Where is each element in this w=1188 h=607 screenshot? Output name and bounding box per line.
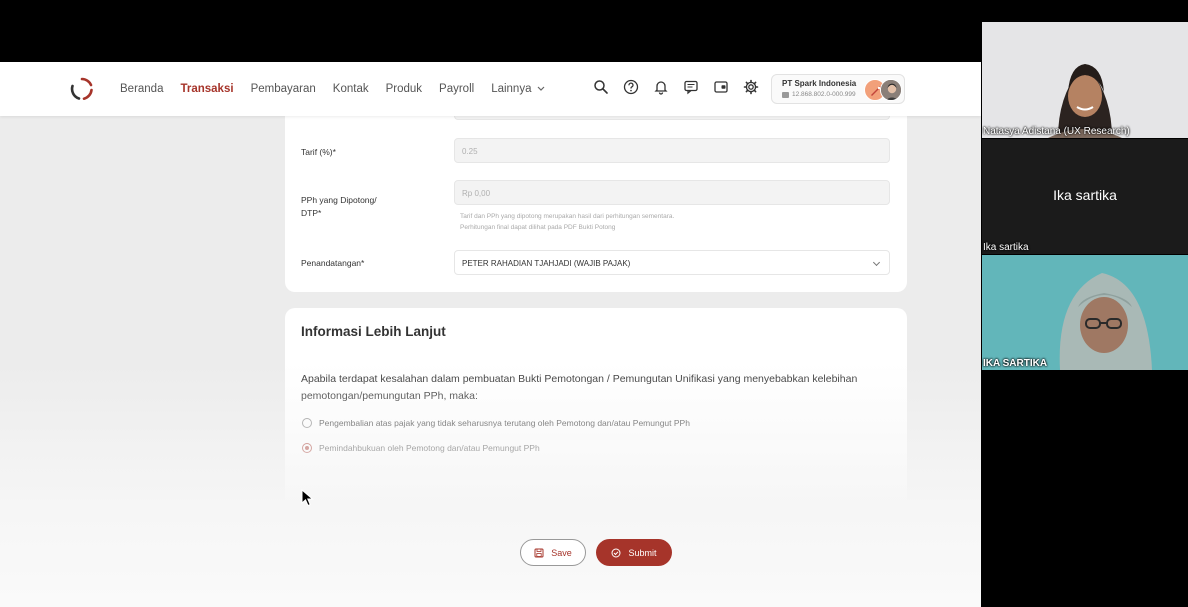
pph-field[interactable]: Rp 0,00 — [454, 180, 890, 205]
participant-video-icon — [1059, 273, 1152, 370]
pph-hint-line1: Tarif dan PPh yang dipotong merupakan ha… — [460, 213, 675, 220]
mouse-cursor-icon — [301, 489, 314, 507]
wallet-icon[interactable] — [713, 79, 729, 95]
info-card: Informasi Lebih Lanjut Apabila terdapat … — [285, 308, 907, 573]
option-pemindahbukuan-label: Pemindahbukuan oleh Pemotong dan/atau Pe… — [319, 443, 540, 453]
chevron-down-icon — [872, 258, 881, 267]
participant-name: Natasya Adistana (UX Research) — [983, 126, 1130, 137]
company-name: PT Spark Indonesia — [782, 79, 857, 88]
participant-name: IKA SARTIKA — [983, 358, 1048, 369]
nav-item-payroll[interactable]: Payroll — [439, 83, 474, 95]
radio-pengembalian[interactable] — [302, 418, 312, 428]
pph-label: PPh yang Dipotong/ DTP* — [301, 194, 377, 220]
option-pengembalian[interactable]: Pengembalian atas pajak yang tidak sehar… — [302, 418, 690, 428]
screen: Beranda Transaksi Pembayaran Kontak Prod… — [0, 0, 1188, 607]
chat-icon[interactable] — [683, 79, 699, 95]
option-pemindahbukuan[interactable]: Pemindahbukuan oleh Pemotong dan/atau Pe… — [302, 443, 540, 453]
save-button[interactable]: Save — [520, 539, 586, 566]
save-icon — [534, 548, 544, 557]
gear-icon[interactable] — [743, 79, 759, 95]
submit-button-label: Submit — [628, 547, 657, 558]
company-npwp: 12.868.802.0-000.999 — [782, 91, 856, 98]
top-navbar: Beranda Transaksi Pembayaran Kontak Prod… — [0, 62, 981, 116]
penandatangan-select[interactable]: PETER RAHADIAN TJAHJADI (WAJIB PAJAK) — [454, 250, 890, 275]
participant-display-name: Ika sartika — [1053, 187, 1117, 203]
pph-value: Rp 0,00 — [462, 189, 491, 198]
help-icon[interactable] — [623, 79, 639, 95]
bell-icon[interactable] — [653, 79, 669, 95]
nav-item-kontak[interactable]: Kontak — [333, 83, 369, 95]
pph-hint: Tarif dan PPh yang dipotong merupakan ha… — [460, 211, 674, 233]
id-card-icon — [782, 91, 789, 98]
check-circle-icon — [611, 548, 621, 557]
app-window: Beranda Transaksi Pembayaran Kontak Prod… — [0, 62, 981, 607]
tax-form-card: Tarif (%)* 0.25 PPh yang Dipotong/ DTP* … — [285, 114, 907, 292]
nav-item-pembayaran[interactable]: Pembayaran — [251, 83, 316, 95]
nav-item-beranda[interactable]: Beranda — [120, 83, 163, 95]
penandatangan-label: Penandatangan* — [301, 258, 365, 268]
video-tile-ika-sartika-cam[interactable]: IKA SARTIKA — [982, 255, 1188, 370]
main-nav: Beranda Transaksi Pembayaran Kontak Prod… — [120, 62, 545, 116]
video-tile-ika-sartika[interactable]: Ika sartika Ika sartika — [982, 139, 1188, 254]
tarif-field[interactable]: 0.25 — [454, 138, 890, 163]
pph-label-line1: PPh yang Dipotong/ — [301, 195, 377, 205]
info-paragraph: Apabila terdapat kesalahan dalam pembuat… — [301, 373, 858, 402]
chevron-down-icon — [538, 86, 545, 91]
nav-icon-group — [593, 79, 759, 95]
video-tile-natasya[interactable]: Natasya Adistana (UX Research) — [982, 22, 1188, 138]
brand-logo[interactable] — [70, 77, 94, 101]
pph-hint-line2: Perhitungan final dapat dilihat pada PDF… — [460, 224, 616, 231]
participant-name: Ika sartika — [983, 242, 1029, 253]
tarif-value: 0.25 — [462, 147, 478, 156]
nav-item-transaksi[interactable]: Transaksi — [180, 83, 233, 95]
user-avatar[interactable] — [880, 79, 902, 101]
option-pengembalian-label: Pengembalian atas pajak yang tidak sehar… — [319, 418, 690, 428]
nav-item-produk[interactable]: Produk — [386, 83, 422, 95]
submit-button[interactable]: Submit — [596, 539, 672, 566]
tarif-label: Tarif (%)* — [301, 147, 336, 157]
radio-pemindahbukuan[interactable] — [302, 443, 312, 453]
nav-item-lainnya-label: Lainnya — [491, 83, 532, 95]
penandatangan-value: PETER RAHADIAN TJAHJADI (WAJIB PAJAK) — [462, 259, 631, 268]
company-switcher[interactable]: PT Spark Indonesia 12.868.802.0-000.999 — [771, 74, 905, 104]
info-section-title: Informasi Lebih Lanjut — [301, 324, 446, 339]
declaration-checkbox[interactable] — [304, 549, 314, 559]
company-npwp-value: 12.868.802.0-000.999 — [792, 91, 856, 98]
save-button-label: Save — [551, 547, 572, 558]
user-photo-icon — [881, 80, 901, 100]
nav-item-lainnya[interactable]: Lainnya — [491, 83, 545, 95]
pph-label-line2: DTP* — [301, 208, 322, 218]
search-icon[interactable] — [593, 79, 609, 95]
